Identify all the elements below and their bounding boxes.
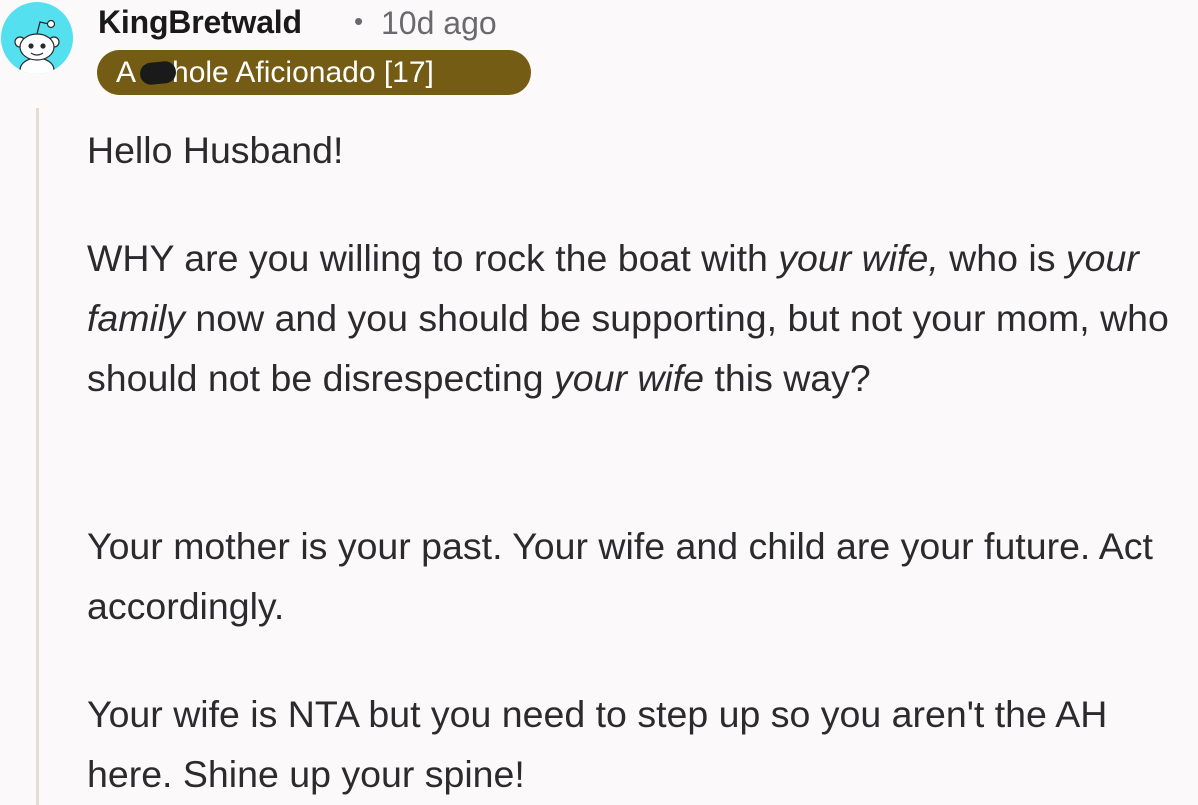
italic-text-run: your wife, (778, 237, 939, 279)
italic-text-run: your wife (553, 357, 705, 399)
avatar[interactable] (1, 2, 73, 74)
text-run: this way? (704, 357, 871, 399)
comment-paragraph: Your mother is your past. Your wife and … (87, 525, 1153, 627)
comment-paragraph: WHY are you willing to rock the boat wit… (87, 228, 1187, 408)
comment-paragraph: Hello Husband! (87, 129, 344, 171)
timestamp[interactable]: 10d ago (381, 5, 497, 42)
text-run: WHY are you willing to rock the boat wit… (87, 237, 779, 279)
thread-collapse-line[interactable] (36, 108, 39, 805)
reddit-snoo-icon (14, 19, 60, 74)
text-run: who is (938, 237, 1066, 279)
meta-separator: • (354, 6, 364, 36)
comment-paragraph: Your wife is NTA but you need to step up… (87, 693, 1108, 795)
username[interactable]: KingBretwald (98, 4, 302, 41)
